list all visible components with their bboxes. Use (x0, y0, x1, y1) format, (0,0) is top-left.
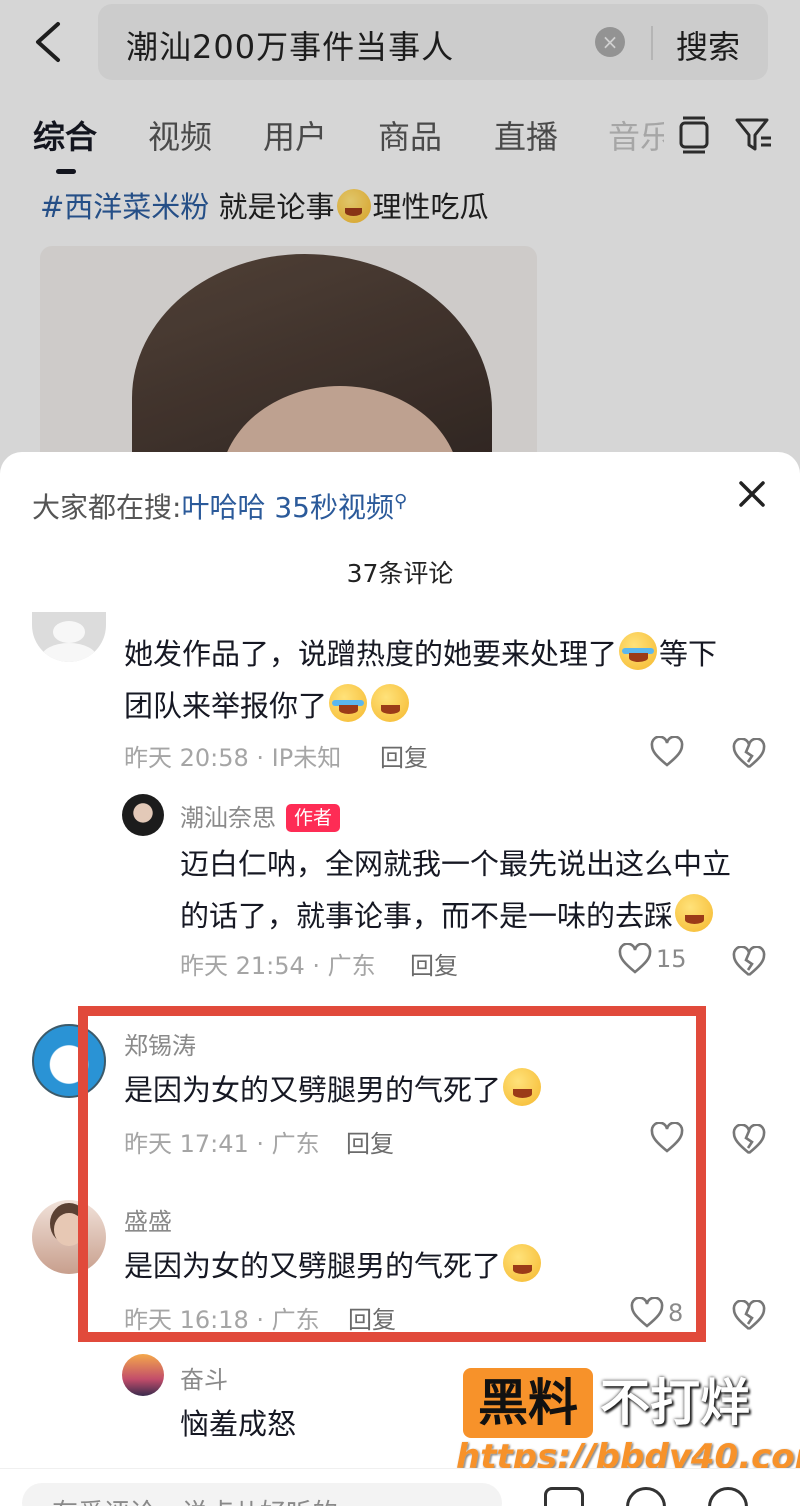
broken-heart-icon (732, 737, 766, 769)
dislike-button[interactable] (732, 737, 766, 770)
trending-search[interactable]: 大家都在搜:叶哈哈 35秒视频⚲ (32, 486, 407, 526)
username-text: 潮汕奈思 (180, 804, 276, 832)
avatar[interactable] (122, 794, 164, 836)
like-count: 15 (656, 945, 687, 973)
close-comments-button[interactable] (736, 478, 768, 510)
heart-icon (650, 735, 684, 767)
dislike-button[interactable] (732, 945, 766, 978)
trending-link[interactable]: 叶哈哈 35秒视频 (181, 491, 394, 524)
reply-button[interactable]: 回复 (410, 946, 458, 981)
avatar[interactable] (122, 1354, 164, 1396)
comment-input[interactable]: 有爱评论，说点儿好听的 (22, 1483, 502, 1506)
crying-emoji-icon (619, 632, 658, 670)
broken-heart-icon (732, 1299, 766, 1331)
comment-input-bar: 有爱评论，说点儿好听的 (0, 1468, 800, 1506)
like-button[interactable]: 15 (618, 942, 687, 979)
close-icon (739, 481, 765, 507)
dislike-button[interactable] (732, 1123, 766, 1156)
comment-username[interactable]: 潮汕奈思 作者 (180, 798, 341, 833)
watermark-logo: 黑料 (463, 1368, 593, 1438)
broken-heart-icon (732, 945, 766, 977)
image-icon[interactable] (544, 1487, 584, 1506)
comment-line: 的话了，就事论事，而不是一味的去踩 (180, 899, 674, 933)
reply-button[interactable]: 回复 (380, 738, 428, 773)
mention-icon[interactable] (626, 1487, 666, 1506)
highlight-box (78, 1006, 706, 1342)
author-badge: 作者 (286, 804, 341, 832)
comments-sheet: 大家都在搜:叶哈哈 35秒视频⚲ 37条评论 她发作品了，说蹭热度的她要来处理了… (0, 452, 800, 1506)
crying-emoji-icon (329, 684, 368, 722)
avatar[interactable] (32, 612, 106, 662)
comment-line: 迈白仁呐，全网就我一个最先说出这么中立 (180, 847, 732, 881)
thinking-emoji-icon (675, 894, 714, 932)
comment-text: 迈白仁呐，全网就我一个最先说出这么中立 的话了，就事论事，而不是一味的去踩 (180, 838, 770, 942)
broken-heart-icon (732, 1123, 766, 1155)
comment-line: 团队来举报你了 (124, 689, 328, 723)
comment-text: 恼羞成怒 (180, 1407, 297, 1441)
comment-text: 她发作品了，说蹭热度的她要来处理了 等下 团队来举报你了 (124, 628, 764, 732)
comment-line: 她发作品了，说蹭热度的她要来处理了 (124, 637, 618, 671)
watermark-text: 不打烊 (600, 1374, 750, 1432)
comment-username[interactable]: 奋斗 (180, 1360, 228, 1395)
comment-count: 37条评论 (346, 559, 454, 588)
heart-icon (618, 942, 652, 974)
comment-meta: 昨天 20:58 · IP未知 (124, 744, 342, 772)
dim-overlay (0, 0, 800, 470)
comment-line: 等下 (659, 637, 718, 671)
laughing-emoji-icon (371, 684, 410, 722)
search-results-page: 潮汕200万事件当事人 × 搜索 综合 视频 用户 商品 直播 音乐 #西洋菜米… (0, 0, 800, 476)
emoji-icon[interactable] (708, 1487, 748, 1506)
search-icon: ⚲ (393, 491, 408, 512)
comment-meta: 昨天 21:54 · 广东 (180, 952, 376, 980)
trending-prefix: 大家都在搜: (32, 491, 182, 524)
dislike-button[interactable] (732, 1299, 766, 1332)
like-button[interactable] (650, 735, 684, 772)
comment-input-placeholder: 有爱评论，说点儿好听的 (52, 1493, 338, 1506)
